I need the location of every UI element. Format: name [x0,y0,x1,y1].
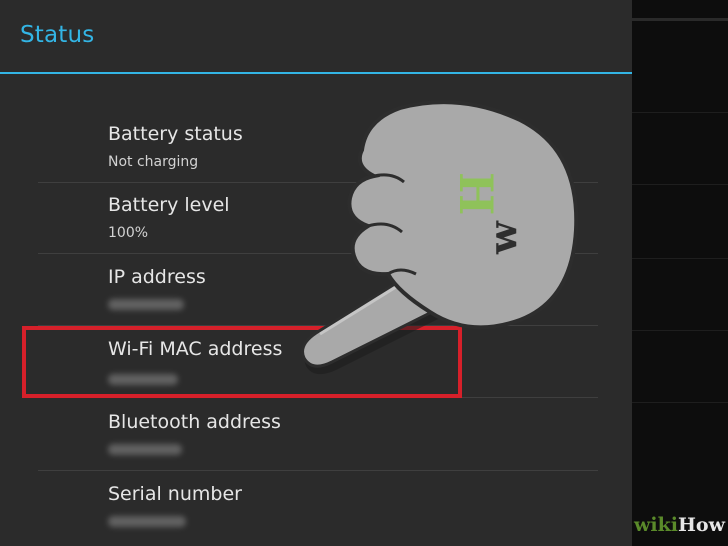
background-divider [632,330,728,331]
wikihow-watermark: wikiHow [634,514,725,536]
row-label: Serial number [108,483,242,505]
status-row-battery-status[interactable]: Battery status Not charging [0,111,632,183]
row-label: Battery level [108,194,230,216]
background-top-rule [632,18,728,21]
status-row-battery-level[interactable]: Battery level 100% [0,182,632,254]
watermark-part2: How [677,514,725,536]
screen: Status Battery status Not charging Batte… [0,0,728,546]
redacted-value [108,516,186,527]
status-row-serial-number[interactable]: Serial number [0,471,632,543]
row-label: IP address [108,266,206,288]
row-label: Bluetooth address [108,411,281,433]
background-settings-pane [632,0,728,546]
title-divider [0,72,632,74]
dialog-header: Status [0,0,632,72]
background-divider [632,258,728,259]
redacted-value [108,444,182,455]
background-divider [632,184,728,185]
row-value: 100% [108,225,149,241]
redacted-value [108,299,184,310]
status-row-ip-address[interactable]: IP address [0,254,632,326]
status-dialog: Status Battery status Not charging Batte… [0,0,632,546]
highlight-box [22,326,462,398]
status-row-bluetooth-address[interactable]: Bluetooth address [0,399,632,471]
watermark-part1: wiki [634,514,678,536]
row-label: Battery status [108,123,243,145]
background-divider [632,402,728,403]
background-divider [632,112,728,113]
dialog-title: Status [20,22,95,48]
row-value: Not charging [108,154,199,170]
